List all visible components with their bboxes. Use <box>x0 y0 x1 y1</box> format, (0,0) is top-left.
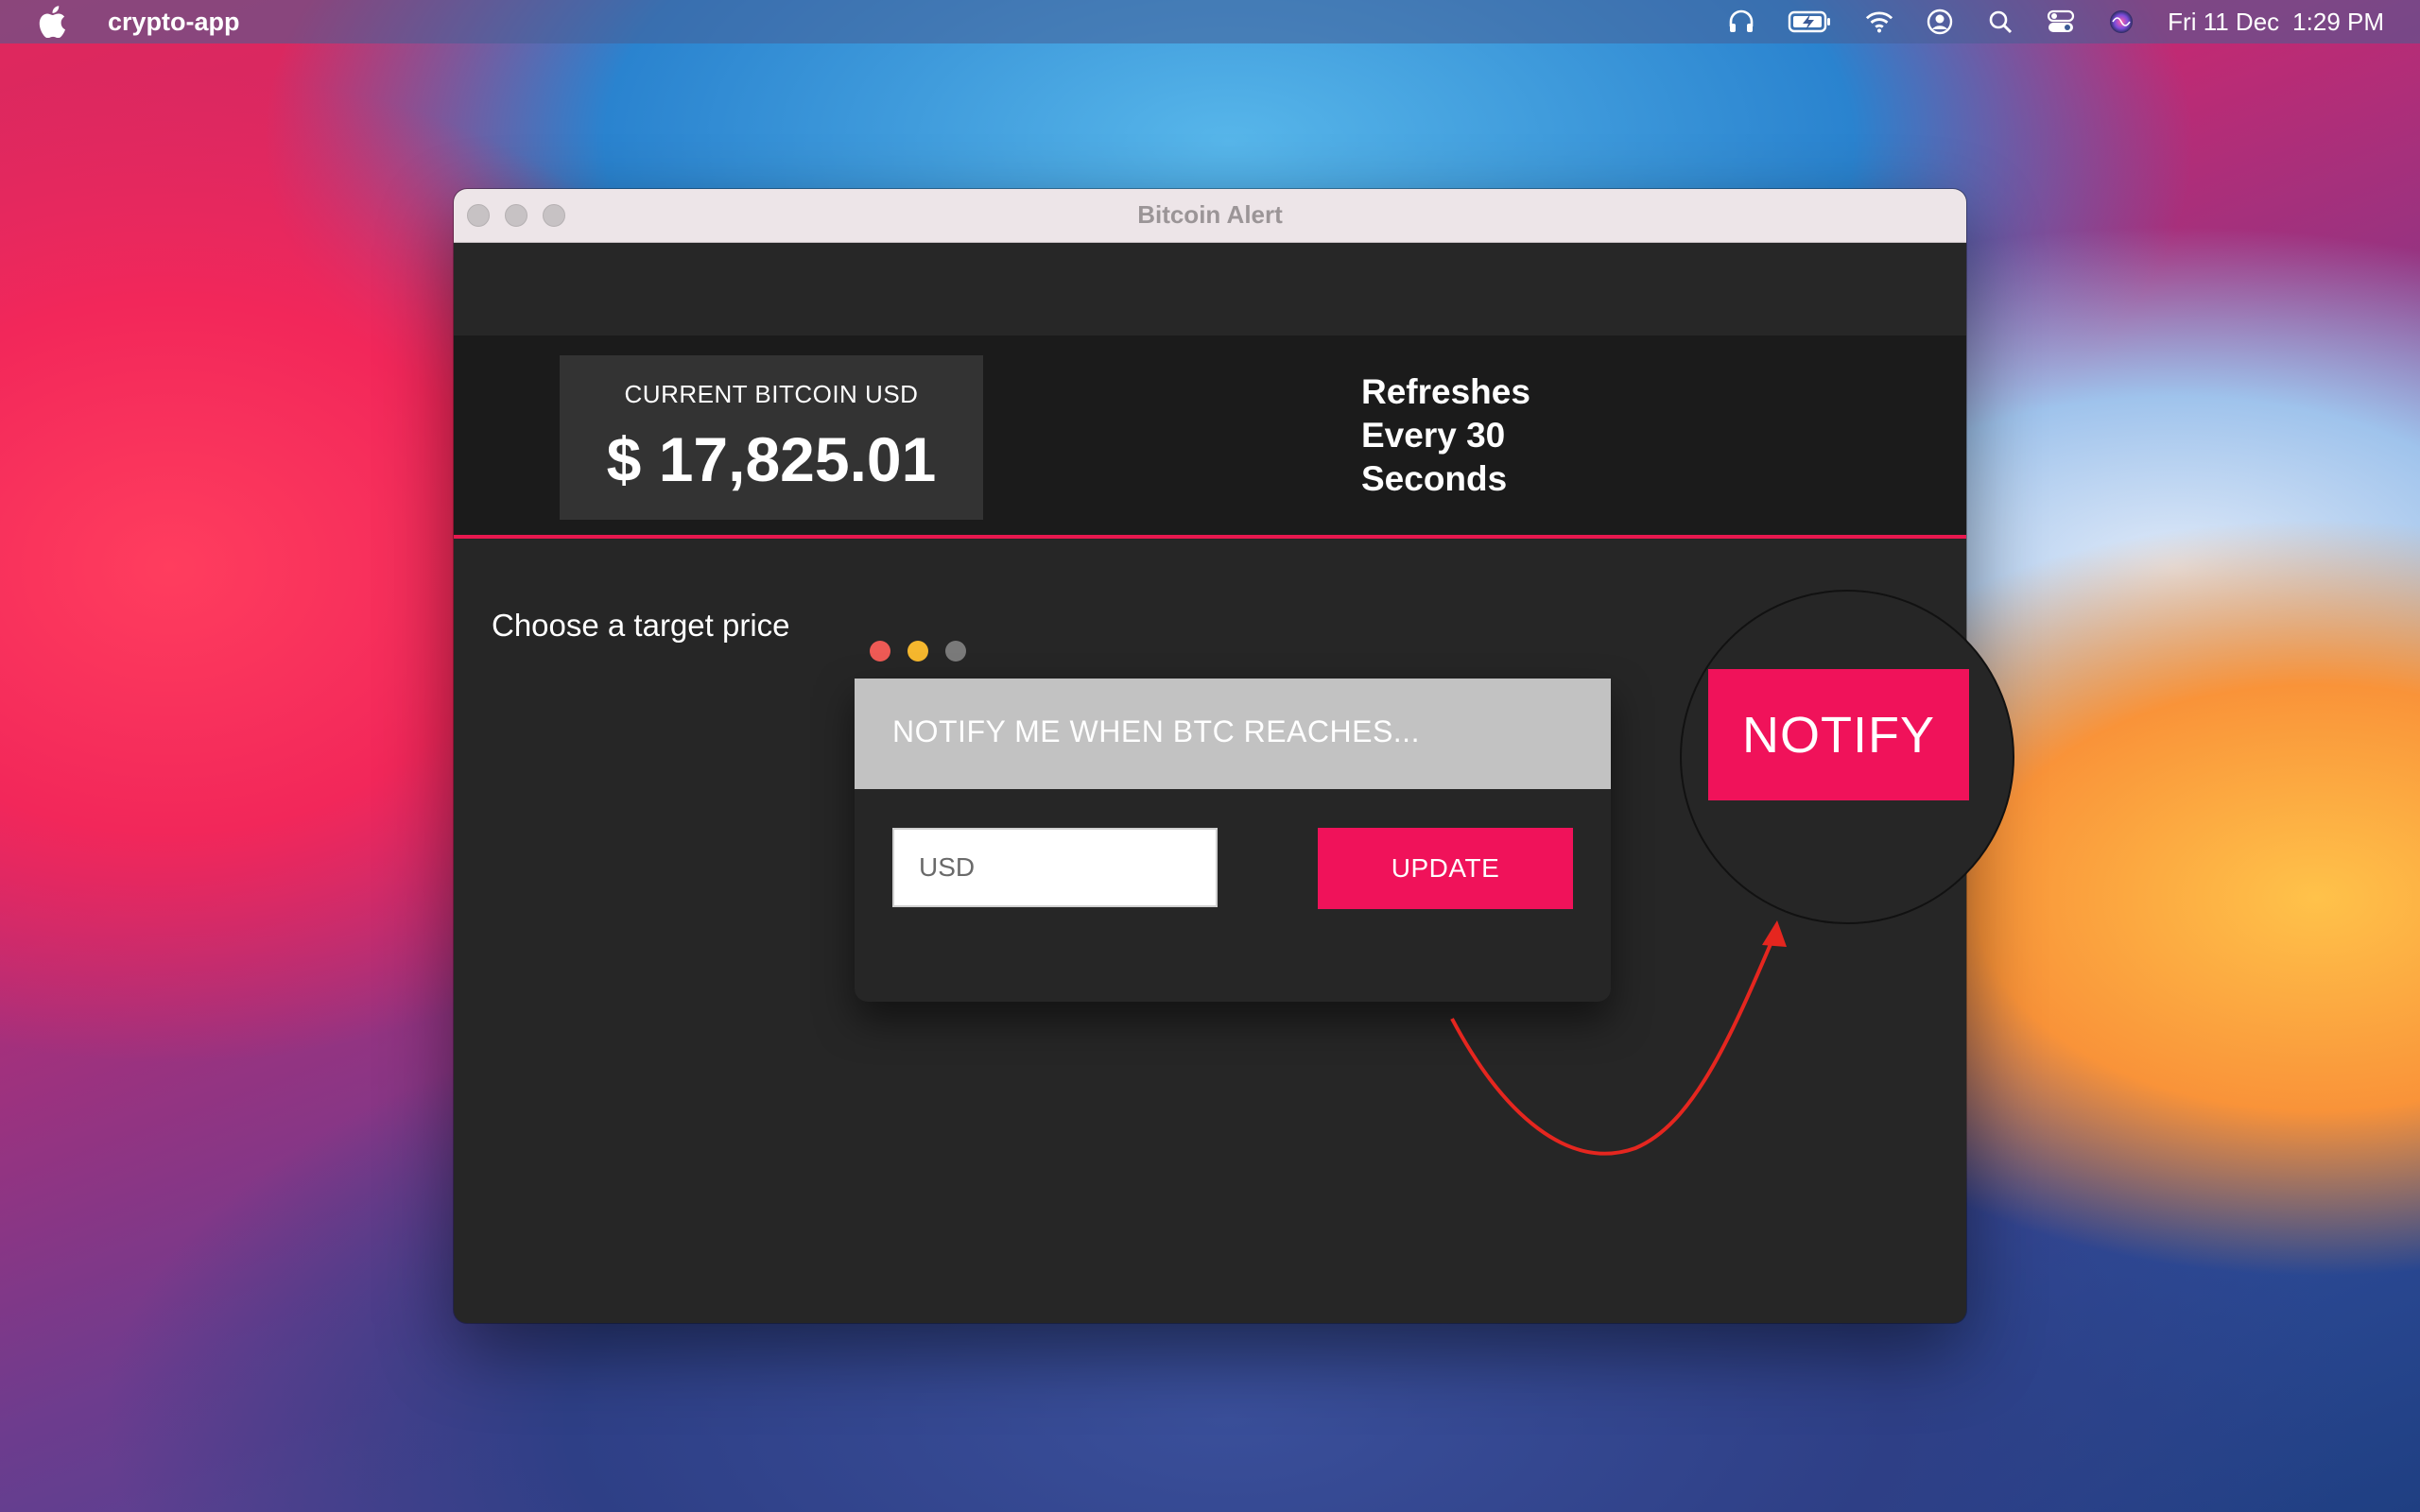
menu-time: 1:29 PM <box>2292 7 2384 36</box>
menu-bar: crypto-app Fri 11 Dec 1:29 PM <box>0 0 2420 43</box>
refresh-line-3: Seconds <box>1361 459 1508 498</box>
window-title: Bitcoin Alert <box>1137 200 1283 229</box>
headphones-icon[interactable] <box>1727 8 1755 36</box>
notify-panel-title: NOTIFY ME WHEN BTC REACHES... <box>892 714 1420 748</box>
magnifier-window-edge <box>1967 592 2013 922</box>
status-area: Fri 11 Dec 1:29 PM <box>1727 0 2420 43</box>
menu-date: Fri 11 Dec <box>2168 7 2280 36</box>
wifi-icon[interactable] <box>1865 8 1893 36</box>
toolbar-area <box>454 243 1966 335</box>
price-label: CURRENT BITCOIN USD <box>624 380 919 408</box>
title-bar[interactable]: Bitcoin Alert <box>454 189 1966 243</box>
control-center-icon[interactable] <box>2047 8 2075 36</box>
notify-button[interactable]: NOTIFY <box>1708 669 1969 800</box>
refresh-note: Refreshes Every 30 Seconds <box>1361 370 1530 501</box>
price-card: CURRENT BITCOIN USD $ 17,825.01 <box>560 355 983 520</box>
app-name[interactable]: crypto-app <box>108 8 240 37</box>
apple-icon[interactable] <box>38 6 66 38</box>
user-icon[interactable] <box>1926 8 1954 36</box>
annotation-arrow <box>1450 920 1787 1156</box>
menu-clock[interactable]: Fri 11 Dec 1:29 PM <box>2168 8 2384 37</box>
notify-panel-header: NOTIFY ME WHEN BTC REACHES... <box>855 679 1611 789</box>
panel-minimize-dot[interactable] <box>908 641 928 662</box>
choose-target-label: Choose a target price <box>492 608 790 643</box>
target-price-input[interactable] <box>892 828 1218 907</box>
battery-icon[interactable] <box>1788 8 1833 36</box>
search-icon[interactable] <box>1986 8 2014 36</box>
price-value: $ 17,825.01 <box>606 424 937 494</box>
refresh-line-1: Refreshes <box>1361 372 1530 411</box>
siri-icon[interactable] <box>2107 8 2135 36</box>
refresh-line-2: Every 30 <box>1361 416 1506 455</box>
panel-close-dot[interactable] <box>870 641 890 662</box>
panel-zoom-dot[interactable] <box>945 641 966 662</box>
